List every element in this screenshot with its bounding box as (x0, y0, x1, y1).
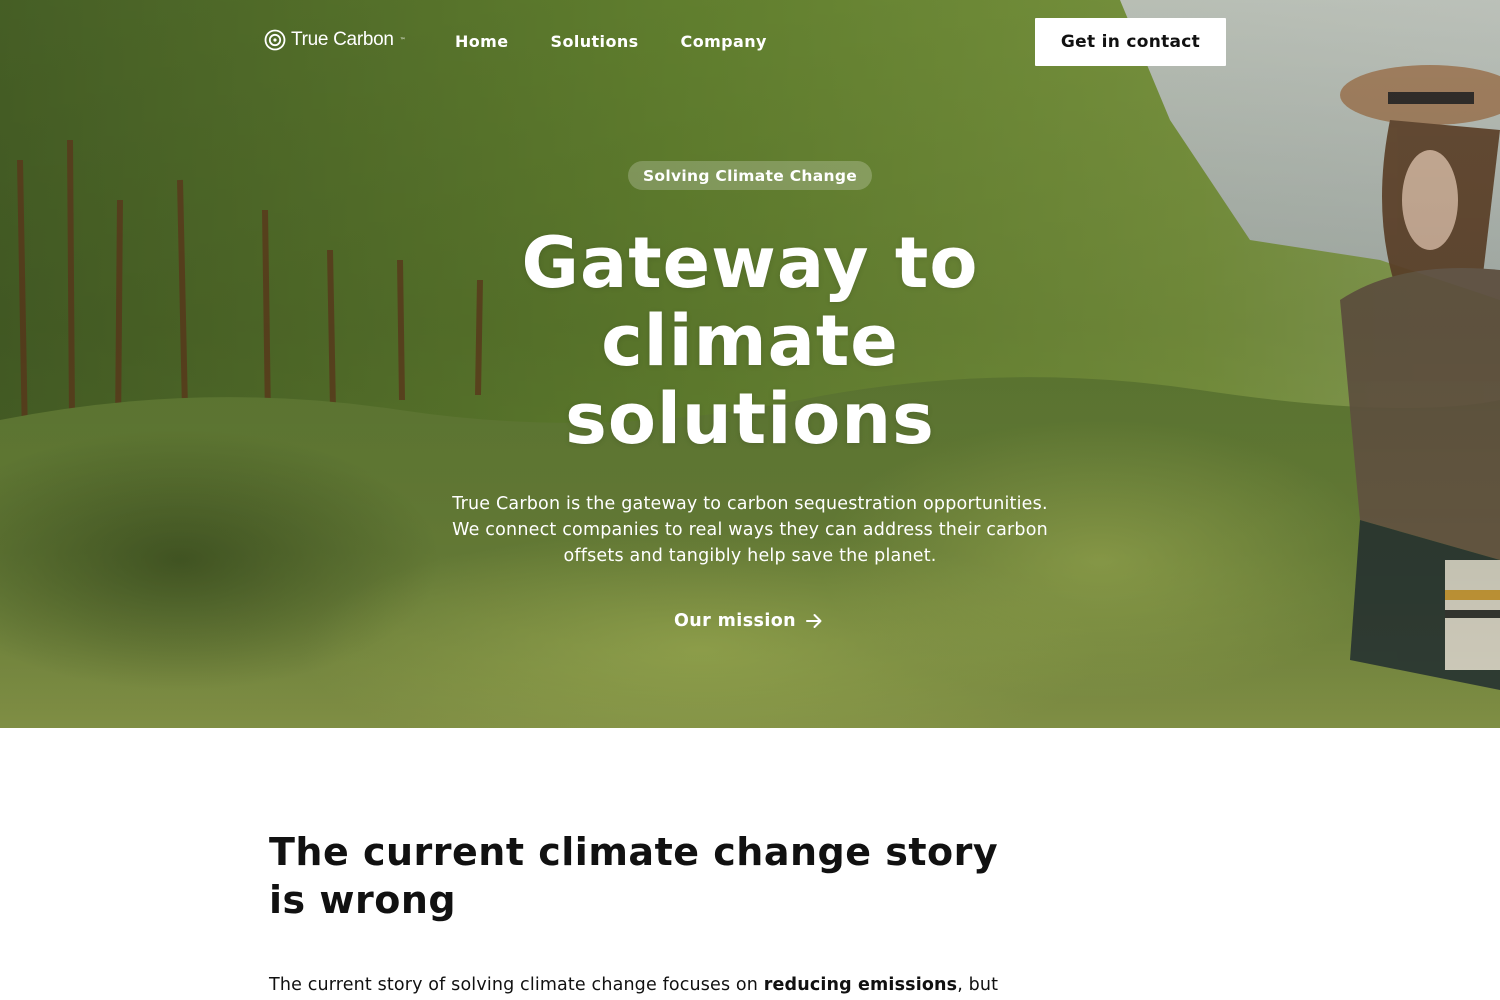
logo-text: True Carbon (291, 29, 394, 50)
hero-description: True Carbon is the gateway to carbon seq… (452, 494, 1048, 566)
nav-link-home[interactable]: Home (455, 32, 509, 51)
our-mission-link[interactable]: Our mission (674, 607, 824, 635)
arrow-right-icon (806, 614, 822, 628)
nav-link-solutions[interactable]: Solutions (551, 32, 639, 51)
true-carbon-logo[interactable]: True Carbon ™ (264, 27, 406, 53)
story-section: The current climate change story is wron… (0, 728, 1500, 1000)
hero-section: True Carbon ™ Home Solutions Company Get … (0, 0, 1500, 728)
nav-link-company[interactable]: Company (681, 32, 767, 51)
story-text-prefix: The current story of solving climate cha… (269, 975, 764, 995)
logo-mark-icon (264, 29, 286, 51)
nav-links: Home Solutions Company (455, 32, 809, 51)
our-mission-label: Our mission (674, 611, 797, 631)
story-paragraph: The current story of solving climate cha… (269, 972, 1029, 998)
story-title: The current climate change story is wron… (269, 830, 999, 922)
get-in-contact-button[interactable]: Get in contact (1035, 18, 1226, 66)
logo-trademark: ™ (399, 36, 406, 44)
story-text-suffix: , but (957, 975, 999, 995)
hero-title: Gateway to climate solutions (521, 222, 979, 460)
story-text-emphasis: reducing emissions (763, 975, 958, 995)
top-navigation: True Carbon ™ Home Solutions Company Get … (0, 0, 1500, 84)
hero-eyebrow-badge: Solving Climate Change (628, 161, 872, 190)
